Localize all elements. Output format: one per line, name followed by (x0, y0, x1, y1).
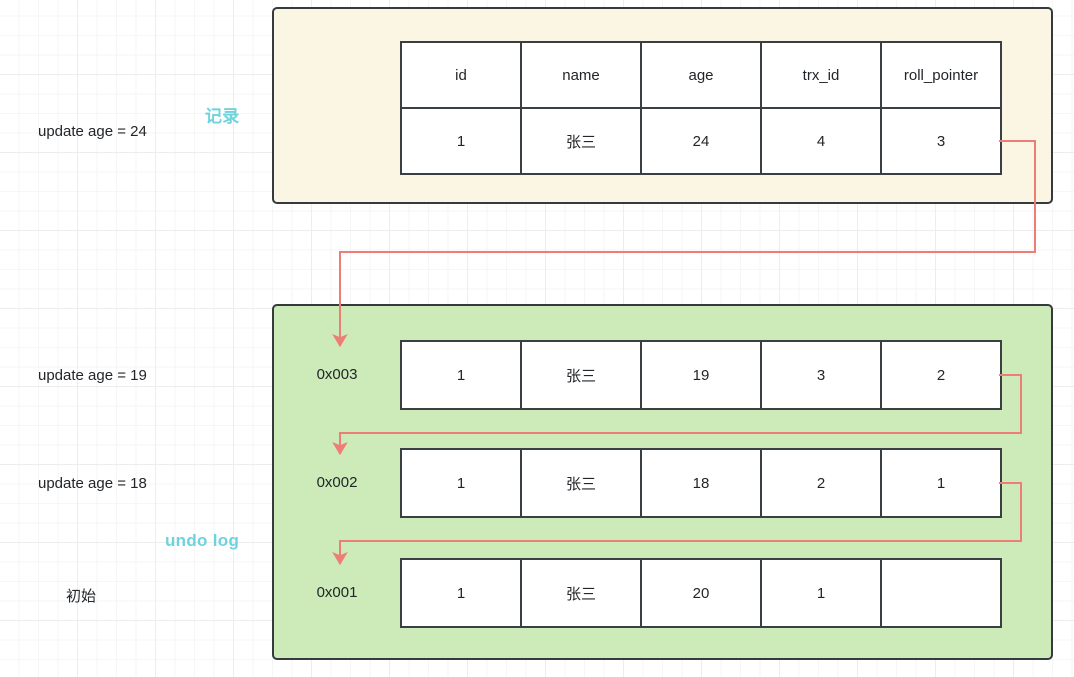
step-label-update-age-18: update age = 18 (38, 475, 147, 492)
undo-cell-trx-id: 3 (760, 340, 882, 410)
undo-cell-id: 1 (400, 340, 522, 410)
step-label-update-age-24: update age = 24 (38, 123, 147, 140)
record-table: id name age trx_id roll_pointer 1 张三 24 … (400, 41, 1002, 175)
undo-cell-age: 19 (640, 340, 762, 410)
record-cell-trx-id: 4 (760, 107, 882, 175)
table-row: 1 张三 18 2 1 (400, 448, 1002, 518)
record-header-name: name (520, 41, 642, 109)
record-cell-roll-pointer: 3 (880, 107, 1002, 175)
record-section-caption: 记录 (205, 107, 240, 126)
undo-cell-age: 20 (640, 558, 762, 628)
record-cell-age: 24 (640, 107, 762, 175)
undo-address-0x001: 0x001 (316, 584, 358, 601)
undo-cell-roll-pointer (880, 558, 1002, 628)
record-header-id: id (400, 41, 522, 109)
undo-cell-age: 18 (640, 448, 762, 518)
table-row: 1 张三 19 3 2 (400, 340, 1002, 410)
undo-log-row-0x003: 1 张三 19 3 2 (400, 340, 1002, 410)
record-cell-name: 张三 (520, 107, 642, 175)
undo-cell-id: 1 (400, 558, 522, 628)
diagram-canvas: 记录 id name age trx_id roll_pointer 1 张三 … (0, 0, 1074, 677)
undo-cell-trx-id: 2 (760, 448, 882, 518)
record-header-age: age (640, 41, 762, 109)
step-label-initial: 初始 (66, 588, 97, 605)
undo-cell-name: 张三 (520, 340, 642, 410)
undo-cell-name: 张三 (520, 558, 642, 628)
undo-cell-name: 张三 (520, 448, 642, 518)
record-data-row: 1 张三 24 4 3 (400, 107, 1002, 175)
undolog-section-caption: undo log (165, 531, 240, 550)
undo-cell-roll-pointer: 2 (880, 340, 1002, 410)
undo-address-0x003: 0x003 (316, 366, 358, 383)
undo-address-0x002: 0x002 (316, 474, 358, 491)
step-label-update-age-19: update age = 19 (38, 367, 147, 384)
undo-log-row-0x002: 1 张三 18 2 1 (400, 448, 1002, 518)
undo-cell-id: 1 (400, 448, 522, 518)
undo-cell-trx-id: 1 (760, 558, 882, 628)
record-header-row: id name age trx_id roll_pointer (400, 41, 1002, 109)
undo-log-row-0x001: 1 张三 20 1 (400, 558, 1002, 628)
undo-cell-roll-pointer: 1 (880, 448, 1002, 518)
record-header-roll-pointer: roll_pointer (880, 41, 1002, 109)
record-header-trx-id: trx_id (760, 41, 882, 109)
table-row: 1 张三 20 1 (400, 558, 1002, 628)
record-cell-id: 1 (400, 107, 522, 175)
